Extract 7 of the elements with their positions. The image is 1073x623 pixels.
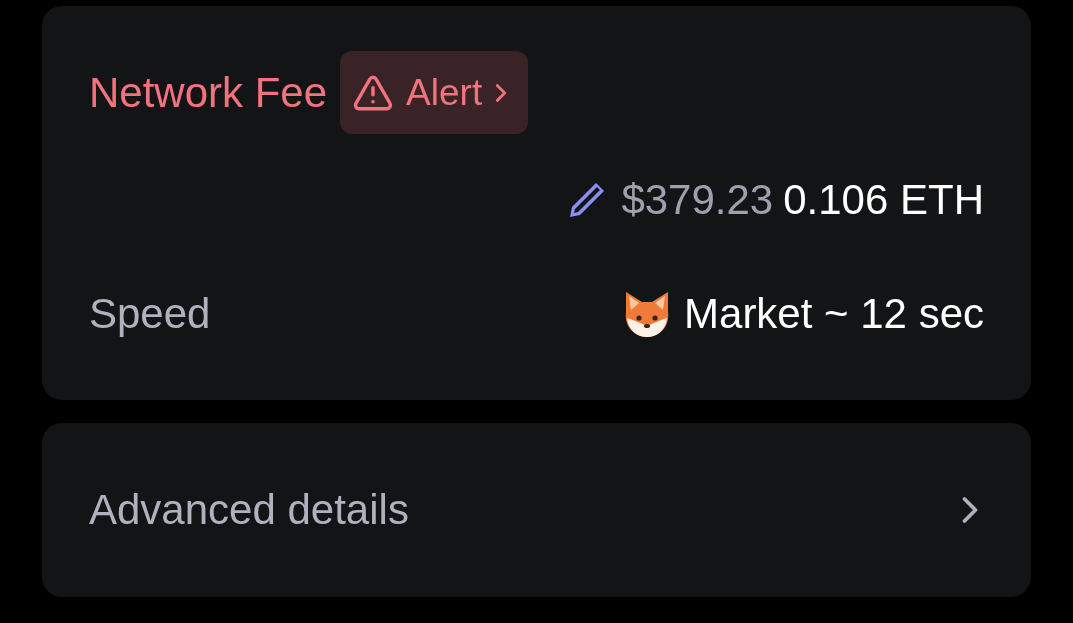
alert-button[interactable]: Alert xyxy=(340,51,529,134)
speed-value: Market ~ 12 sec xyxy=(684,293,984,335)
fee-fiat-amount: $379.23 xyxy=(621,179,774,221)
speed-label: Speed xyxy=(89,293,211,335)
network-fee-label: Network Fee xyxy=(89,71,328,114)
advanced-details-row[interactable]: Advanced details xyxy=(42,423,1031,597)
fee-eth-amount: 0.106 ETH xyxy=(783,179,984,221)
